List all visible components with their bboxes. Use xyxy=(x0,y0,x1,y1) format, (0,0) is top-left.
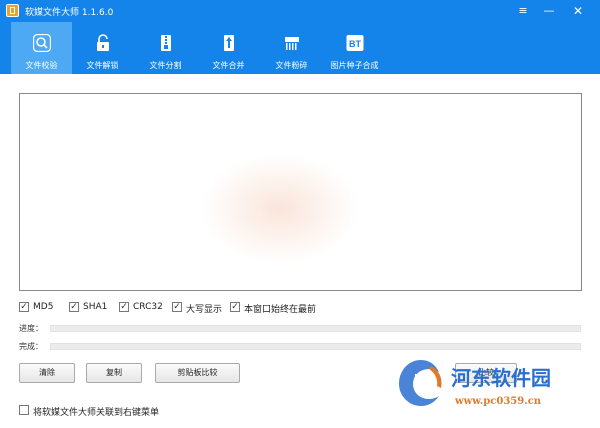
bt-icon: BT xyxy=(346,35,363,51)
tab-file-split[interactable]: 文件分割 xyxy=(135,22,196,74)
merge-icon xyxy=(223,35,234,51)
copy-button[interactable]: 复制 xyxy=(86,363,142,383)
unlock-icon xyxy=(96,34,109,51)
progress-label: 进度： xyxy=(19,324,43,333)
shredder-icon xyxy=(284,37,299,50)
hash-options: ✓ MD5 ✓ SHA1 ✓ CRC32 ✓ 大写显示 ✓ 本窗口始终在最前 xyxy=(19,301,579,315)
title-bar: 软媒文件大师 1.1.6.0 ≡ — ✕ xyxy=(0,0,600,22)
progress-bar xyxy=(50,325,581,332)
checkbox-uppercase[interactable]: ✓ xyxy=(172,302,182,312)
tab-file-verify[interactable]: 文件校验 xyxy=(11,22,72,74)
window-title: 软媒文件大师 1.1.6.0 xyxy=(25,8,114,18)
checkbox-context-menu[interactable] xyxy=(19,405,29,415)
app-logo-icon xyxy=(6,4,19,17)
tab-label: 文件分割 xyxy=(149,61,182,70)
tab-file-shred[interactable]: 文件粉碎 xyxy=(261,22,322,74)
context-menu-option[interactable]: 将软媒文件大师关联到右键菜单 xyxy=(19,404,319,418)
tab-file-merge[interactable]: 文件合并 xyxy=(198,22,259,74)
checkbox-crc32[interactable]: ✓ xyxy=(119,302,129,312)
complete-bar xyxy=(50,343,581,350)
hash-output-area[interactable] xyxy=(19,93,582,291)
checkbox-md5[interactable]: ✓ xyxy=(19,302,29,312)
clipboard-compare-button[interactable]: 剪贴板比较 xyxy=(155,363,240,383)
watermark-logo-icon xyxy=(399,360,442,406)
minimize-button[interactable]: — xyxy=(538,0,560,22)
tab-label: 文件合并 xyxy=(212,61,245,70)
checkbox-always-on-top[interactable]: ✓ xyxy=(230,302,240,312)
complete-label: 完成： xyxy=(19,342,43,351)
watermark-url: www.pc0359.cn xyxy=(455,396,542,407)
watermark-name: 河东软件园 xyxy=(451,366,551,390)
app-window: 软媒文件大师 1.1.6.0 ≡ — ✕ 文件校验 文件解锁 文件分割 文件合并… xyxy=(0,0,600,428)
option-label: 将软媒文件大师关联到右键菜单 xyxy=(33,408,160,418)
tab-label: 文件粉碎 xyxy=(275,61,308,70)
clear-button[interactable]: 清除 xyxy=(19,363,75,383)
option-label: SHA1 xyxy=(83,302,108,312)
menu-button[interactable]: ≡ xyxy=(512,0,534,22)
tab-image-seed[interactable]: BT 图片种子合成 xyxy=(324,22,385,74)
watermark: 河东软件园 www.pc0359.cn xyxy=(395,356,600,414)
option-label: 本窗口始终在最前 xyxy=(244,305,317,315)
tab-label: 图片种子合成 xyxy=(330,61,379,70)
option-label: CRC32 xyxy=(133,302,163,312)
magnifier-icon xyxy=(32,34,51,52)
checkbox-sha1[interactable]: ✓ xyxy=(69,302,79,312)
tab-label: 文件解锁 xyxy=(86,61,119,70)
option-label: 大写显示 xyxy=(186,305,223,315)
bt-badge-text: BT xyxy=(349,39,361,49)
tool-tabs: 文件校验 文件解锁 文件分割 文件合并 文件粉碎 BT 图片种子合成 xyxy=(0,22,600,74)
zip-icon xyxy=(160,35,171,51)
close-button[interactable]: ✕ xyxy=(567,0,589,22)
output-background-glow xyxy=(200,154,360,264)
tab-file-unlock[interactable]: 文件解锁 xyxy=(72,22,133,74)
tab-label: 文件校验 xyxy=(25,61,58,70)
option-label: MD5 xyxy=(33,302,54,312)
